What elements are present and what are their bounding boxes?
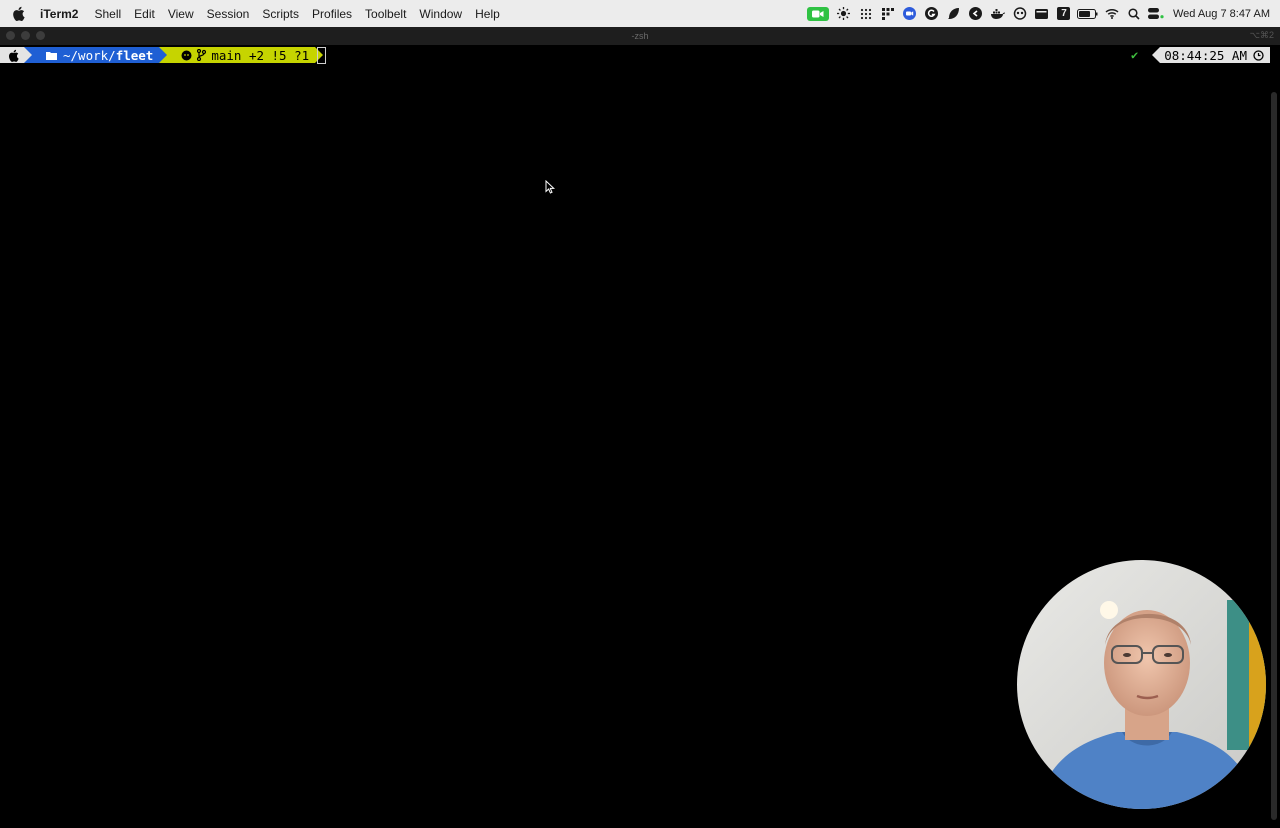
terminal-scrollbar[interactable] [1271, 92, 1277, 820]
apple-logo-icon [8, 49, 19, 62]
zoom-icon[interactable] [899, 0, 921, 27]
docker-icon[interactable] [987, 0, 1009, 27]
close-window-button[interactable] [6, 31, 15, 40]
sun-icon[interactable] [833, 0, 855, 27]
menu-scripts[interactable]: Scripts [256, 7, 305, 21]
menu-edit[interactable]: Edit [128, 7, 161, 21]
menu-clock[interactable]: Wed Aug 7 8:47 AM [1173, 8, 1270, 20]
search-icon[interactable] [1123, 0, 1145, 27]
feather-icon[interactable] [943, 0, 965, 27]
prompt-time: 08:44:25 AM [1164, 47, 1247, 63]
prompt-separator-arrow [24, 47, 32, 63]
minimize-window-button[interactable] [21, 31, 30, 40]
status-area: 7 Wed Aug 7 8:47 AM [806, 0, 1270, 27]
menu-shell[interactable]: Shell [88, 7, 127, 21]
window-controls [6, 31, 45, 40]
git-branch-icon [197, 49, 207, 61]
clock-icon [1253, 49, 1264, 61]
dots-icon[interactable] [877, 0, 899, 27]
prompt-separator-arrow-left [1152, 47, 1161, 63]
calendar-day: 7 [1057, 7, 1071, 20]
copilot-icon[interactable] [1009, 0, 1031, 27]
apple-menu-icon[interactable] [12, 6, 26, 21]
right-prompt: ✔ 08:44:25 AM [1131, 47, 1270, 63]
mouse-pointer-icon [545, 179, 556, 199]
prompt-directory-segment: ~/work/fleet [32, 47, 160, 63]
prompt-git-segment: main +2 !5 ?1 [167, 47, 316, 63]
window-title: -zsh [631, 31, 649, 41]
menu-session[interactable]: Session [201, 7, 256, 21]
prompt-time-segment: 08:44:25 AM [1160, 47, 1270, 63]
menu-profiles[interactable]: Profiles [306, 7, 358, 21]
menu-toolbelt[interactable]: Toolbelt [359, 7, 412, 21]
menu-app-iterm2[interactable]: iTerm2 [34, 7, 84, 21]
prompt-git-status: main +2 !5 ?1 [211, 47, 310, 63]
status-check-icon: ✔ [1130, 48, 1139, 62]
window-shortcut: ⌥⌘2 [1249, 30, 1274, 40]
facetime-icon[interactable] [806, 6, 829, 21]
menu-window[interactable]: Window [413, 7, 468, 21]
grammarly-icon[interactable] [921, 0, 943, 27]
zoom-window-button[interactable] [36, 31, 45, 40]
webcam-video-image [1017, 560, 1266, 809]
calendar-icon[interactable]: 7 [1053, 0, 1075, 27]
battery-icon[interactable] [1075, 0, 1101, 27]
folder-icon [46, 51, 57, 60]
circle-g-icon[interactable] [965, 0, 987, 27]
prompt-separator-arrow [159, 47, 168, 63]
webcam-overlay[interactable] [1017, 560, 1266, 809]
control-center-icon[interactable] [1145, 0, 1167, 27]
shell-prompt: ~/work/fleet main +2 !5 ?1 [0, 47, 324, 63]
prompt-os-segment [0, 47, 24, 63]
card-icon[interactable] [1031, 0, 1053, 27]
menu-bar: iTerm2 Shell Edit View Session Scripts P… [0, 0, 1280, 27]
prompt-path-current: fleet [115, 47, 154, 63]
prompt-path-prefix: ~/work/ [63, 47, 116, 63]
grid-icon[interactable] [855, 0, 877, 27]
menu-view[interactable]: View [162, 7, 200, 21]
wifi-icon[interactable] [1101, 0, 1123, 27]
window-titlebar[interactable]: -zsh ⌥⌘2 [0, 27, 1280, 45]
terminal-cursor [317, 47, 326, 64]
menu-help[interactable]: Help [469, 7, 506, 21]
github-icon [181, 50, 192, 61]
